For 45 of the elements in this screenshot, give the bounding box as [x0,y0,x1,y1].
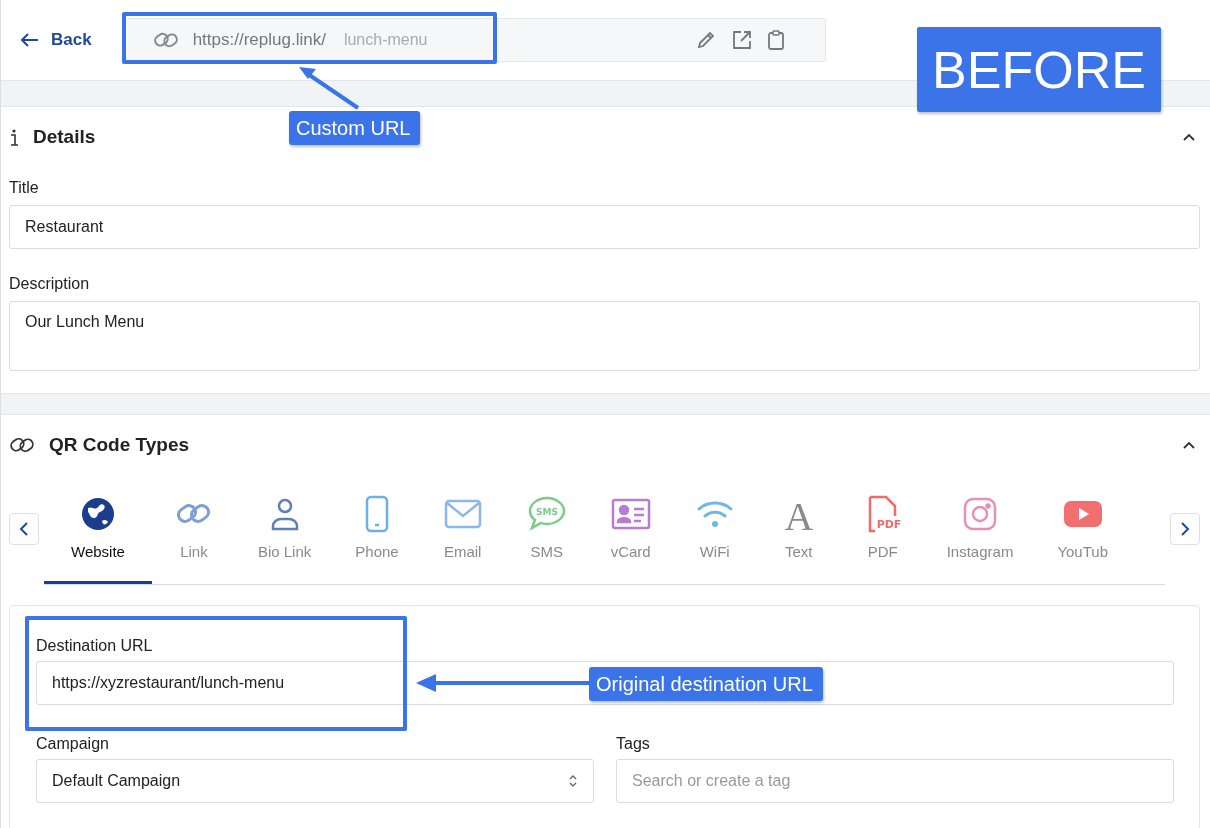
scroll-right-button[interactable] [1170,513,1200,545]
bubble-icon: SMS [526,495,567,533]
field-label: Destination URL [36,637,154,655]
textarea-field[interactable]: Our Lunch Menu [9,301,1200,371]
info-icon [9,127,19,147]
field-label: Campaign [36,735,110,753]
qr-type-tab[interactable]: Phone [333,483,421,584]
qr-type-tab[interactable]: Bio Link [235,483,334,584]
collapse-chevron-icon[interactable] [1182,132,1196,142]
field-label: Title [9,179,40,197]
before-label: BEFORE [917,27,1161,112]
input-field[interactable]: Restaurant [9,205,1200,249]
arrow-left-icon [21,33,39,47]
section-heading: QR Code Types [49,434,190,456]
clipboard-icon[interactable] [766,29,785,51]
annotation-arrow [299,67,360,110]
qr-type-tab[interactable]: YouTub [1035,483,1130,584]
field-label: Tags [616,735,651,753]
chevron-right-icon [1180,521,1190,537]
url-slug[interactable]: lunch-menu [343,31,428,49]
field-label: Description [9,275,91,293]
url-domain: https://replug.link/ [192,30,326,50]
qr-type-tab[interactable]: Link [151,483,236,584]
sort-caret-icon [568,774,578,788]
qr-type-tab[interactable]: PDF PDF [840,483,925,584]
qr-type-tab[interactable]: vCard [588,483,673,584]
input-field[interactable]: Search or create a tag [616,759,1174,803]
qr-type-tab[interactable]: Email [420,483,505,584]
qr-type-tab[interactable]: Instagram [924,483,1036,584]
letter-icon: A [778,495,819,533]
qr-type-tab[interactable]: SMS SMS [504,483,589,584]
qr-type-tab[interactable]: A Text [756,483,841,584]
section-heading: Details [33,126,96,148]
collapse-chevron-icon[interactable] [1182,440,1196,450]
qr-type-tab[interactable]: Website [44,483,152,584]
link-icon [152,30,179,50]
chevron-left-icon [19,521,29,537]
qr-type-tab[interactable]: WiFi [672,483,757,584]
callout-label: Custom URL [289,111,421,145]
select-field[interactable]: Default Campaign [36,759,594,803]
link-icon [9,435,35,455]
external-link-icon[interactable] [730,29,753,51]
callout-label: Original destination URL [589,667,823,701]
scroll-left-button[interactable] [9,513,39,545]
back-link[interactable]: Back [21,30,92,50]
